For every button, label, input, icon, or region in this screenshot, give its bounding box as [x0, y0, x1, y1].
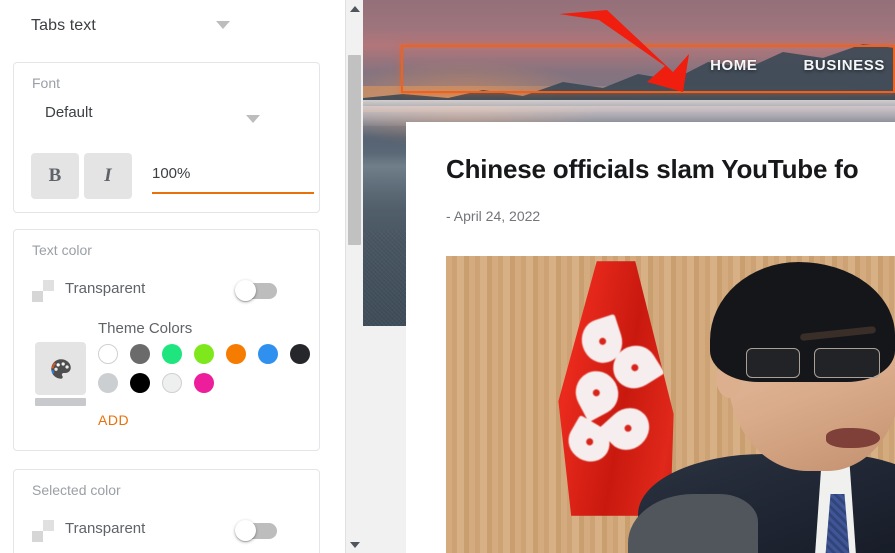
chevron-down-icon[interactable] [246, 115, 260, 123]
toggle-knob [235, 520, 256, 541]
article-photo [446, 256, 895, 553]
italic-button[interactable]: I [84, 153, 132, 199]
chevron-down-icon [216, 21, 230, 29]
font-card: Font Default B I 100% [13, 62, 320, 213]
transparent-label: Transparent [65, 280, 146, 297]
tabs-text-section-header[interactable]: Tabs text [0, 0, 345, 52]
selected-color-card: Selected color Transparent [13, 469, 320, 553]
font-card-label: Font [32, 75, 61, 91]
color-swatch-blue[interactable] [258, 344, 278, 364]
text-color-transparent-row: Transparent [14, 277, 321, 307]
selected-color-card-label: Selected color [32, 482, 121, 498]
font-family-value[interactable]: Default [45, 104, 93, 121]
color-swatch-magenta[interactable] [194, 373, 214, 393]
color-swatch-spring-green[interactable] [162, 344, 182, 364]
theme-colors-label: Theme Colors [98, 320, 193, 337]
article-title: Chinese officials slam YouTube fo [446, 154, 859, 184]
color-swatch-lime-green[interactable] [194, 344, 214, 364]
transparent-label: Transparent [65, 520, 146, 537]
panel-scrollbar[interactable] [345, 0, 363, 553]
text-color-card-label: Text color [32, 242, 92, 258]
site-navigation: HOME BUSINESS [710, 57, 895, 74]
app-root: Tabs text Font Default B I 100% Text col… [0, 0, 895, 553]
color-swatch-near-black[interactable] [290, 344, 310, 364]
transparency-checker-icon [32, 280, 54, 302]
custom-color-preview-bar [35, 398, 86, 406]
color-swatch-light-grey[interactable] [98, 373, 118, 393]
add-color-button[interactable]: ADD [98, 412, 129, 428]
transparency-checker-icon [32, 520, 54, 542]
article-date: - April 24, 2022 [446, 208, 541, 224]
style-editor-panel: Tabs text Font Default B I 100% Text col… [0, 0, 345, 553]
triangle-down-icon[interactable] [346, 536, 363, 553]
nav-item-home[interactable]: HOME [710, 57, 757, 74]
person-mouth [826, 428, 880, 448]
selected-color-transparent-row: Transparent [14, 517, 321, 547]
nav-item-business[interactable]: BUSINESS [804, 57, 886, 74]
text-color-card: Text color Transparent Theme Colors ADD [13, 229, 320, 451]
font-size-underline [152, 192, 314, 194]
article-card: Chinese officials slam YouTube fo - Apri… [406, 122, 895, 553]
bold-button[interactable]: B [31, 153, 79, 199]
selected-color-transparent-toggle[interactable] [235, 520, 281, 541]
person-glasses-right [814, 348, 880, 378]
font-size-input[interactable]: 100% [140, 153, 314, 199]
person-portrait [628, 256, 895, 553]
section-title: Tabs text [31, 17, 96, 34]
color-palette-icon[interactable] [35, 342, 86, 395]
color-swatch-white[interactable] [98, 344, 118, 364]
triangle-up-icon[interactable] [346, 0, 363, 17]
theme-color-swatches [98, 344, 313, 393]
font-size-value: 100% [152, 165, 191, 182]
color-swatch-grey[interactable] [130, 344, 150, 364]
color-swatch-orange[interactable] [226, 344, 246, 364]
site-preview-pane: HOME BUSINESS Chinese officials slam You… [363, 0, 895, 553]
person-glasses-left [746, 348, 800, 378]
color-swatch-off-white[interactable] [162, 373, 182, 393]
scrollbar-thumb[interactable] [348, 55, 361, 245]
color-swatch-black[interactable] [130, 373, 150, 393]
toggle-knob [235, 280, 256, 301]
text-color-transparent-toggle[interactable] [235, 280, 281, 301]
